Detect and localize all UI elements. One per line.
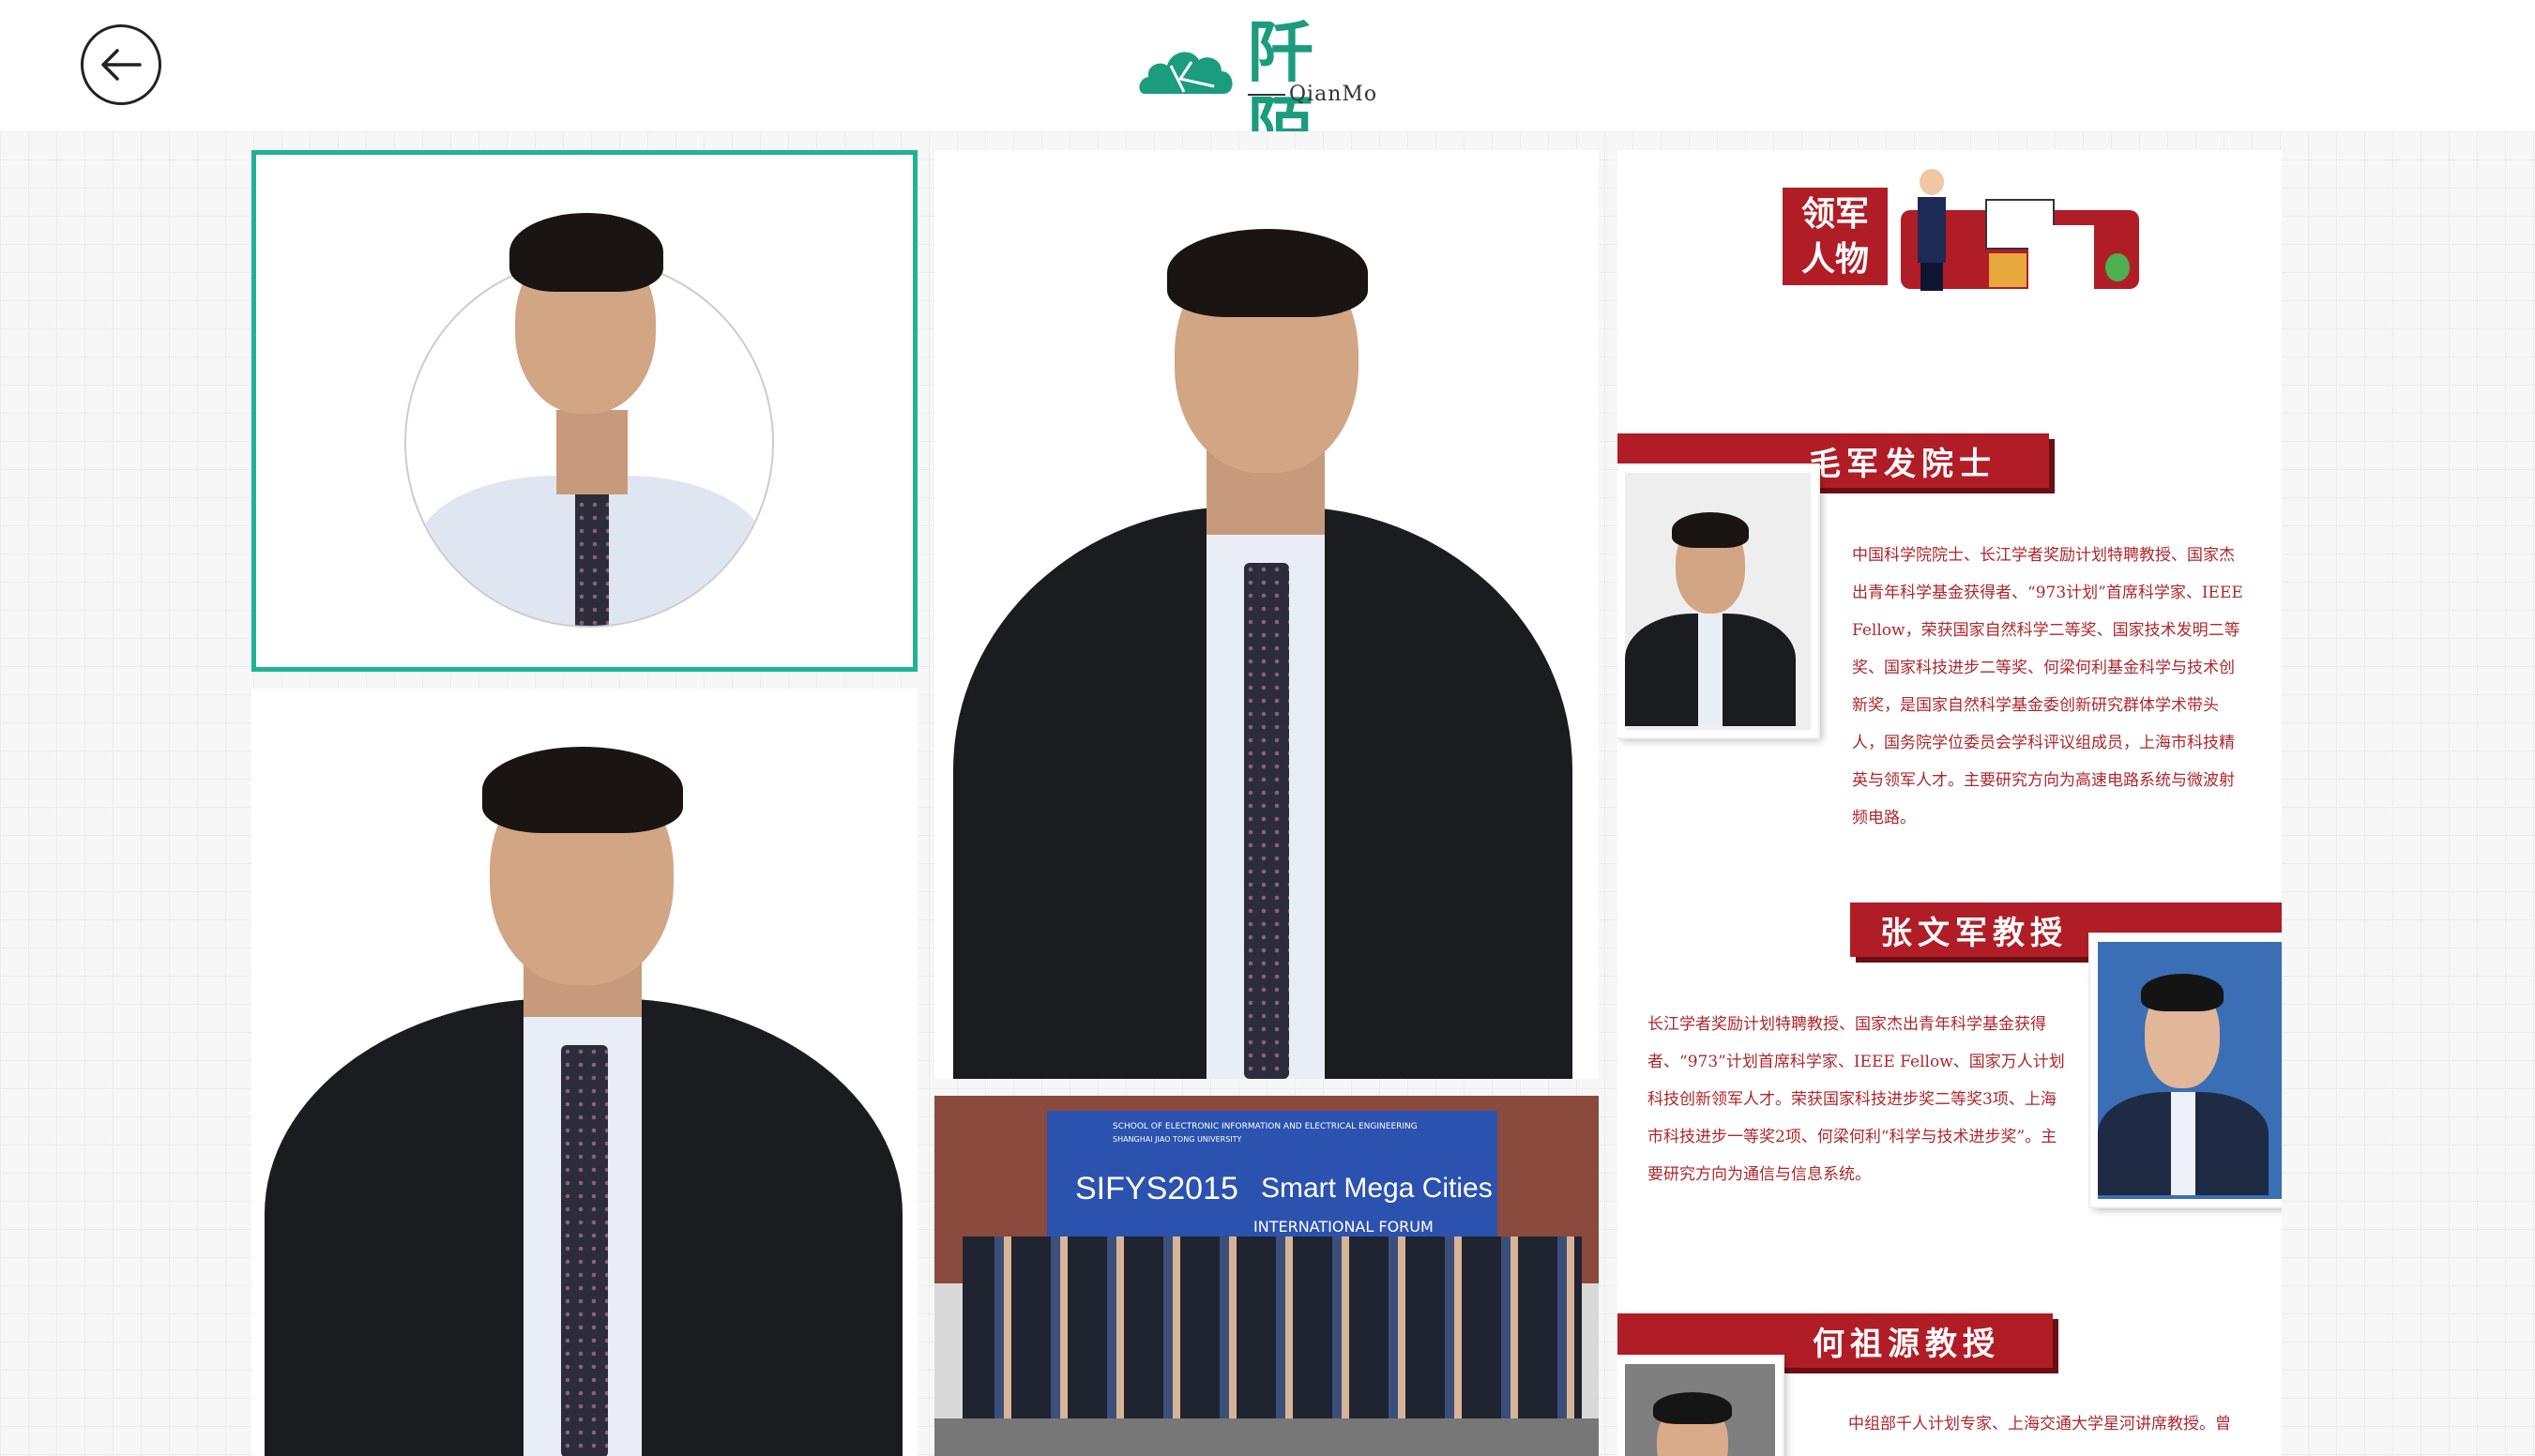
businessman-illustration: [1918, 169, 1946, 291]
event-theme: Smart Mega Cities: [1261, 1173, 1493, 1204]
logo-english: QianMo: [1248, 83, 1377, 106]
person-photo-1[interactable]: [1617, 463, 1820, 739]
school-name-line2: SHANGHAI JIAO TONG UNIVERSITY: [1113, 1135, 1242, 1144]
person-photo-3[interactable]: [1617, 1355, 1784, 1456]
app-header: 阡陌 QianMo: [0, 0, 2535, 165]
arrow-left-icon: [101, 49, 142, 81]
event-title: SIFYS2015: [1075, 1171, 1238, 1206]
gallery-thumbnail-3[interactable]: [251, 689, 918, 1456]
person-bio-2: 长江学者奖励计划特聘教授、国家杰出青年科学基金获得者、“973”计划首席科学家、…: [1647, 1015, 2065, 1184]
gallery-thumbnail-2[interactable]: [934, 150, 1599, 1079]
tree-illustration: [2105, 253, 2130, 281]
person-bio-1: 中国科学院院士、长江学者奖励计划特聘教授、国家杰出青年科学基金获得者、“973计…: [1852, 546, 2243, 827]
gallery-thumbnail-1[interactable]: [251, 150, 918, 672]
leaders-banner: 领军 人物: [1783, 188, 1888, 285]
school-name-line1: SCHOOL OF ELECTRONIC INFORMATION AND ELE…: [1113, 1122, 1418, 1131]
bank-illustration: [2028, 225, 2094, 291]
person-photo-2[interactable]: [2088, 933, 2282, 1208]
leaders-panel: 领军 人物 毛军发院士 中国科学院院士、长江学者奖励计划特聘教授、国家杰出青年科…: [1617, 150, 2282, 1456]
gallery-thumbnail-4[interactable]: SCHOOL OF ELECTRONIC INFORMATION AND ELE…: [934, 1096, 1599, 1456]
event-subtitle: INTERNATIONAL FORUM: [1253, 1218, 1434, 1236]
ground: [934, 1418, 1599, 1456]
person-bio-3: 中组部千人计划专家、上海交通大学星河讲席教授。曾: [1848, 1415, 2231, 1433]
logo: 阡陌 QianMo: [1137, 15, 1381, 165]
house-illustration: [1989, 253, 2026, 287]
back-button[interactable]: [81, 24, 161, 105]
cloud-logo-icon: [1139, 52, 1233, 94]
